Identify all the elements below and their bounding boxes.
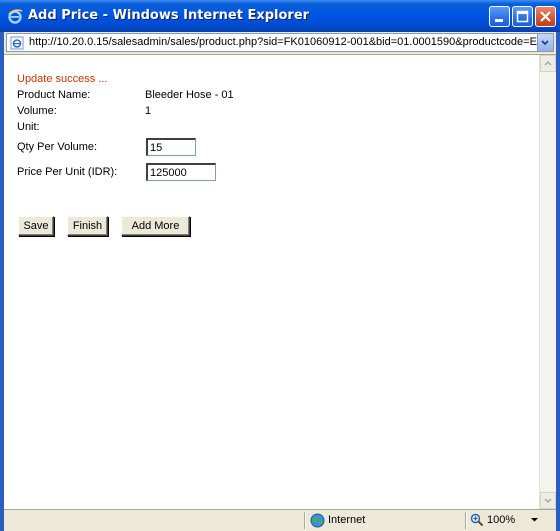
scroll-up-icon — [544, 60, 552, 66]
save-button[interactable]: Save — [18, 216, 54, 236]
url-field[interactable]: http://10.20.0.15/salesadmin/sales/produ… — [6, 33, 554, 52]
internet-globe-icon — [310, 513, 325, 528]
minimize-button[interactable] — [489, 6, 510, 27]
window-title: Add Price - Windows Internet Explorer — [28, 8, 310, 23]
finish-button[interactable]: Finish — [67, 216, 108, 236]
unit-label: Unit: — [17, 121, 40, 133]
zoom-control[interactable]: 100% — [470, 512, 550, 529]
zoom-level: 100% — [487, 514, 516, 526]
page-icon — [10, 36, 24, 50]
price-per-unit-input[interactable] — [146, 163, 216, 181]
add-more-button[interactable]: Add More — [121, 216, 190, 236]
product-name-label: Product Name: — [17, 89, 91, 101]
close-button[interactable] — [535, 6, 556, 27]
vertical-scrollbar[interactable] — [539, 55, 556, 509]
maximize-icon — [516, 10, 529, 23]
minimize-icon — [495, 19, 503, 22]
scroll-up-button[interactable] — [540, 55, 556, 72]
product-name-row: Product Name: Bleeder Hose - 01 — [17, 89, 317, 103]
status-divider — [465, 512, 466, 529]
security-zone-label: Internet — [328, 514, 366, 526]
scroll-down-icon — [544, 498, 552, 504]
url-text: http://10.20.0.15/salesadmin/sales/produ… — [29, 36, 537, 48]
price-per-unit-label: Price Per Unit (IDR): — [17, 166, 118, 178]
browser-window: Add Price - Windows Internet Explorer ht… — [0, 0, 560, 531]
address-bar: http://10.20.0.15/salesadmin/sales/produ… — [4, 32, 556, 54]
close-icon — [540, 11, 551, 22]
zoom-icon — [470, 513, 484, 527]
volume-row: Volume: 1 — [17, 105, 317, 119]
chevron-down-icon — [541, 40, 549, 46]
update-message: Update success ... — [17, 73, 108, 85]
volume-value: 1 — [145, 105, 152, 117]
maximize-button[interactable] — [512, 6, 533, 27]
title-bar[interactable]: Add Price - Windows Internet Explorer — [0, 0, 560, 32]
qty-per-volume-input[interactable] — [146, 138, 196, 156]
unit-row: Unit: — [17, 121, 317, 135]
volume-label: Volume: — [17, 105, 57, 117]
page-content: Update success ... Product Name: Bleeder… — [4, 54, 556, 509]
status-bar: Internet 100% — [4, 509, 556, 531]
ie-logo-icon — [8, 9, 23, 24]
url-dropdown-button[interactable] — [537, 34, 553, 51]
qty-per-volume-label: Qty Per Volume: — [17, 141, 98, 153]
product-name-value: Bleeder Hose - 01 — [145, 89, 234, 101]
chevron-down-icon — [531, 518, 538, 522]
status-divider — [304, 512, 305, 529]
scroll-down-button[interactable] — [540, 492, 556, 509]
